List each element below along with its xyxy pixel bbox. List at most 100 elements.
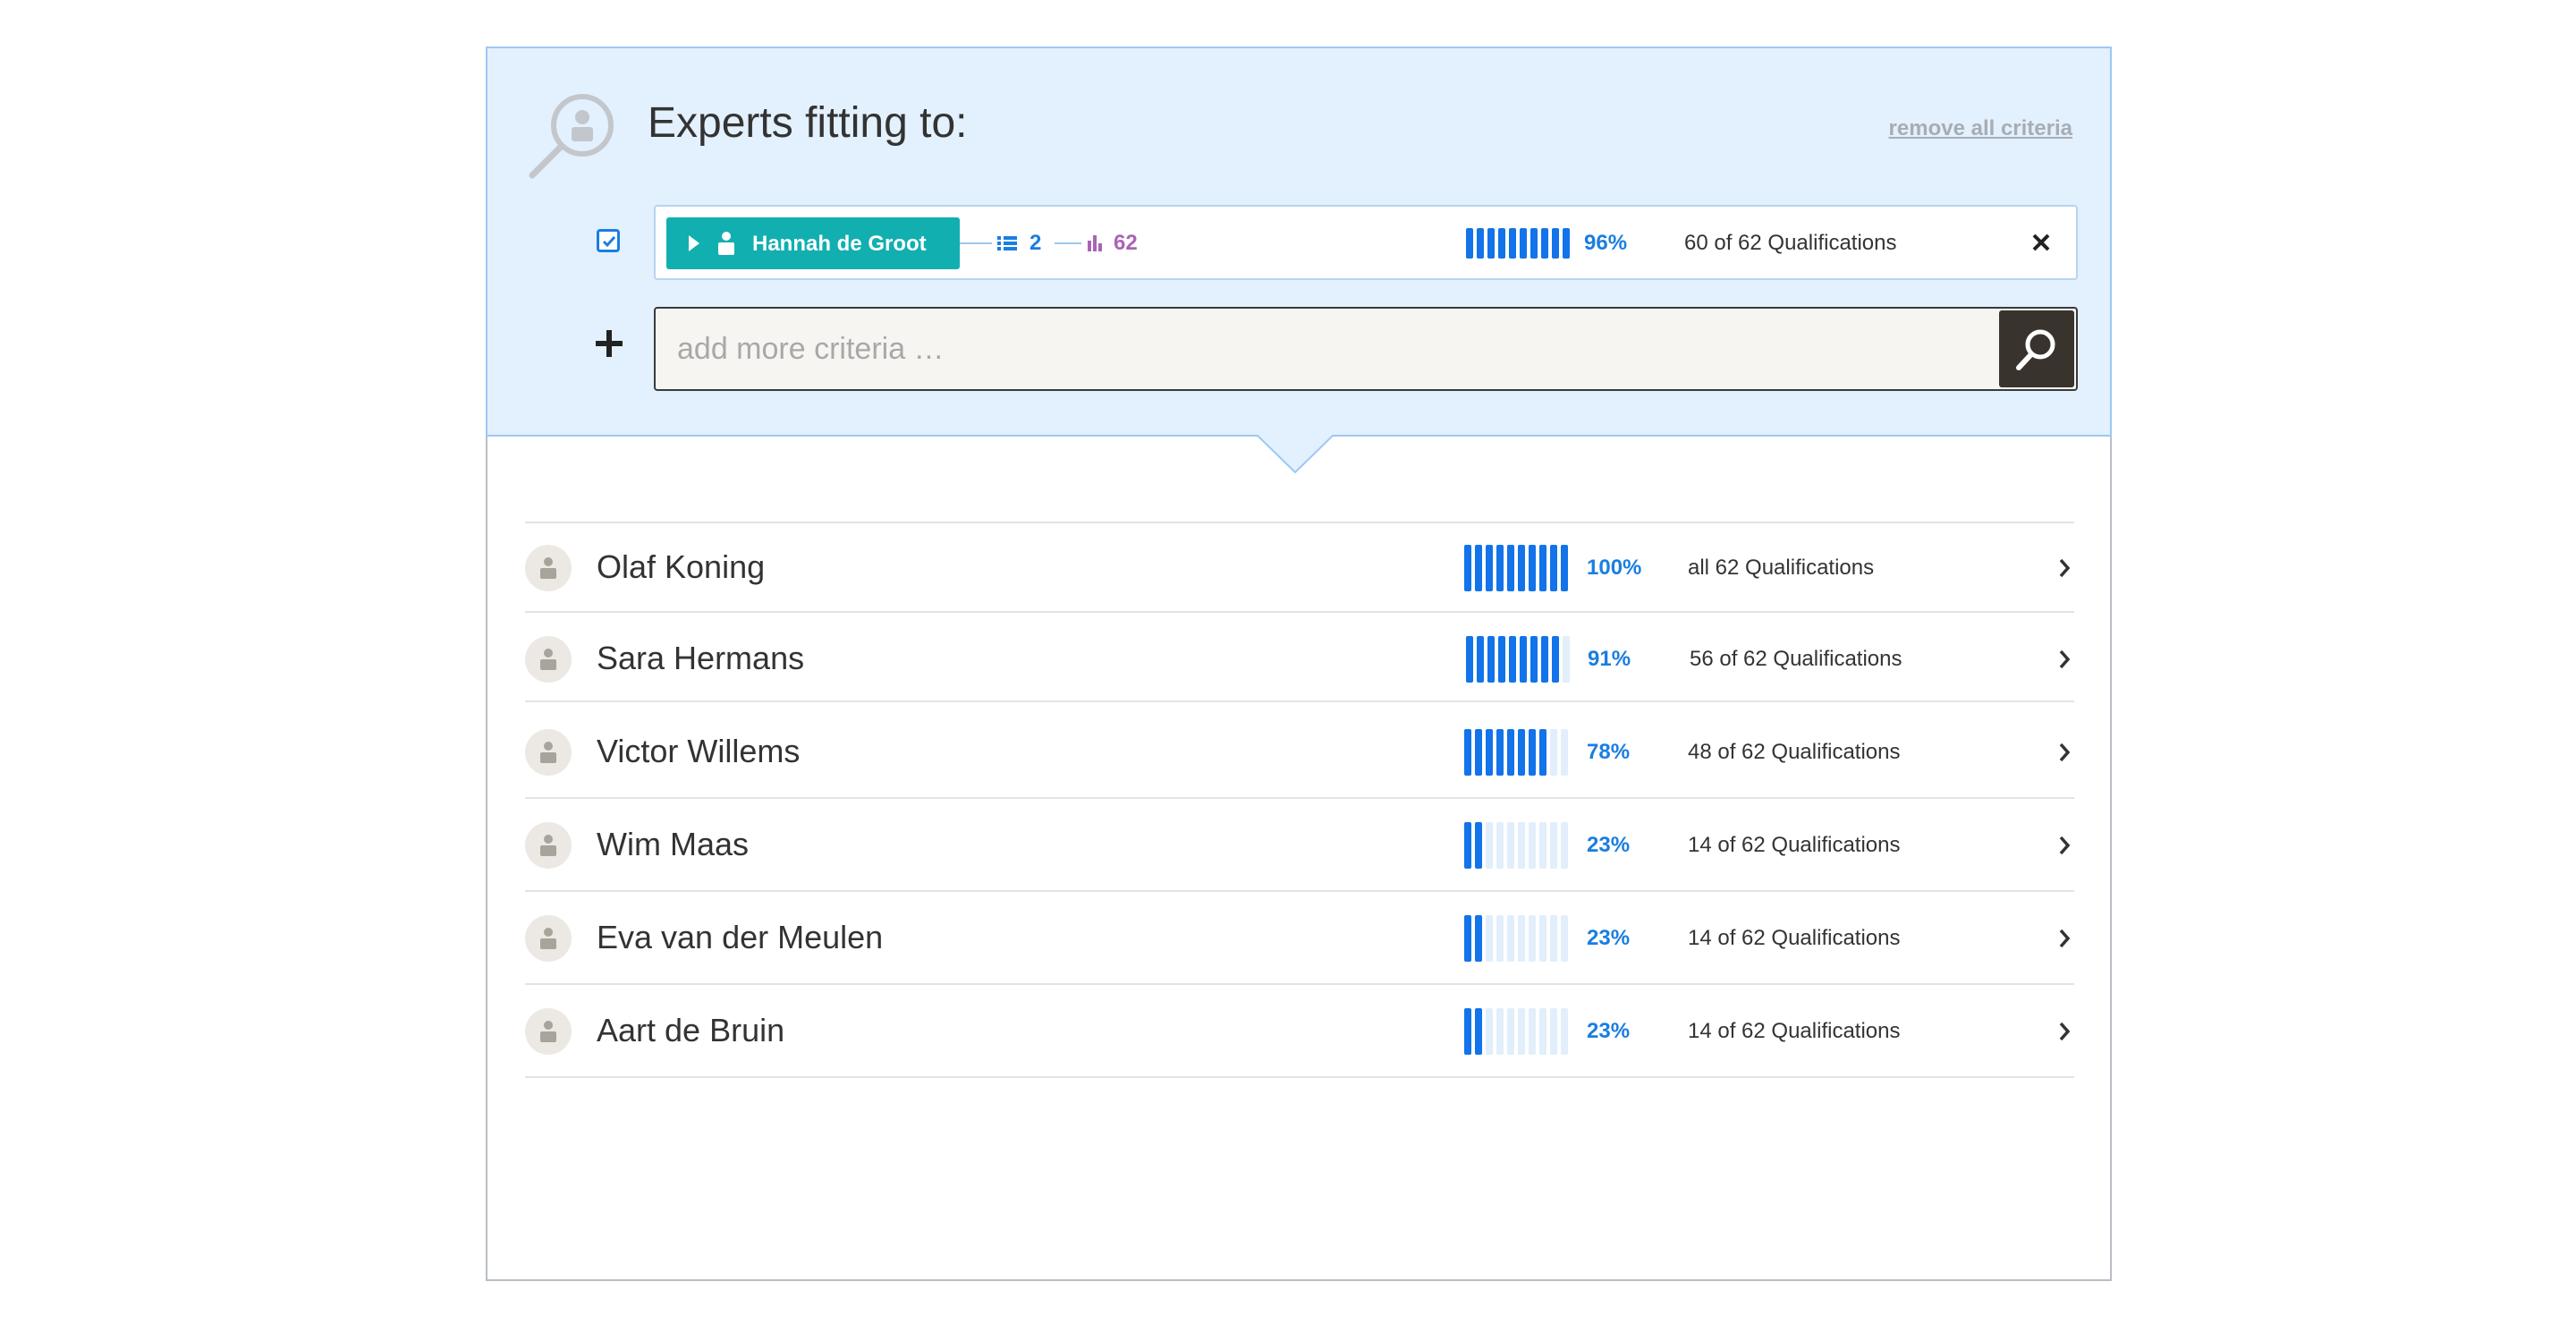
- meter-segment: [1486, 545, 1493, 591]
- meter-segment: [1539, 915, 1546, 962]
- meter-segment: [1486, 1008, 1493, 1055]
- meter-segment: [1498, 636, 1505, 683]
- meter-segment: [1529, 729, 1536, 776]
- match-percent: 23%: [1587, 833, 1631, 857]
- criterion-qualifications: 60 of 62 Qualifications: [1684, 231, 1897, 255]
- meter-segment: [1496, 545, 1504, 591]
- qualifications-count: 48 of 62 Qualifications: [1688, 740, 1901, 764]
- meter-segment: [1541, 636, 1548, 683]
- meter-segment: [1550, 915, 1557, 962]
- criterion-person-name: Hannah de Groot: [752, 232, 927, 256]
- person-icon: [540, 835, 556, 856]
- meter-segment: [1509, 228, 1516, 259]
- meter-segment: [1561, 545, 1568, 591]
- match-percent: 23%: [1587, 1019, 1631, 1043]
- match-meter: [1464, 1008, 1568, 1055]
- meter-segment: [1561, 729, 1568, 776]
- chevron-right-icon[interactable]: [2058, 649, 2071, 670]
- meter-segment: [1561, 822, 1568, 869]
- criteria-search-input[interactable]: [654, 307, 2078, 391]
- match-percent: 23%: [1587, 926, 1631, 950]
- plus-icon[interactable]: [595, 329, 623, 358]
- meter-segment: [1507, 729, 1514, 776]
- criterion-checkbox[interactable]: [597, 229, 620, 252]
- qualifications-count: 14 of 62 Qualifications: [1688, 926, 1901, 950]
- chevron-right-icon[interactable]: [2058, 928, 2071, 949]
- match-meter: [1466, 636, 1570, 683]
- meter-segment: [1496, 822, 1504, 869]
- page-title: Experts fitting to:: [648, 99, 968, 147]
- meter-segment: [1539, 545, 1546, 591]
- meter-segment: [1550, 1008, 1557, 1055]
- check-icon: [602, 236, 616, 248]
- meter-segment: [1498, 228, 1505, 259]
- criteria-area: Experts fitting to: remove all criteria …: [486, 47, 2112, 437]
- meter-segment: [1541, 228, 1548, 259]
- search-icon: [2016, 329, 2055, 370]
- result-row[interactable]: Victor Willems 78% 48 of 62 Qualificatio…: [525, 700, 2074, 797]
- remove-all-criteria-link[interactable]: remove all criteria: [1889, 116, 2072, 141]
- meter-segment: [1518, 729, 1525, 776]
- person-icon: [540, 742, 556, 763]
- meter-segment: [1507, 915, 1514, 962]
- meter-segment: [1530, 228, 1538, 259]
- chevron-right-icon[interactable]: [2058, 742, 2071, 763]
- meter-segment: [1466, 636, 1473, 683]
- avatar: [525, 915, 572, 962]
- expert-search-panel: Experts fitting to: remove all criteria …: [486, 47, 2112, 1281]
- avatar: [525, 729, 572, 776]
- criterion-person-chip[interactable]: Hannah de Groot: [666, 217, 960, 269]
- list-icon: [997, 236, 1017, 250]
- meter-segment: [1496, 915, 1504, 962]
- meter-segment: [1507, 822, 1514, 869]
- meter-segment: [1486, 915, 1493, 962]
- meter-segment: [1487, 636, 1495, 683]
- person-icon: [540, 928, 556, 949]
- meter-segment: [1464, 729, 1471, 776]
- meter-segment: [1539, 822, 1546, 869]
- search-button[interactable]: [1999, 310, 2074, 387]
- expert-name: Aart de Bruin: [597, 1012, 785, 1048]
- meter-segment: [1539, 1008, 1546, 1055]
- meter-segment: [1464, 822, 1471, 869]
- meter-segment: [1475, 1008, 1482, 1055]
- meter-segment: [1529, 915, 1536, 962]
- meter-segment: [1509, 636, 1516, 683]
- meter-segment: [1496, 729, 1504, 776]
- match-meter: [1464, 545, 1568, 591]
- result-row[interactable]: Wim Maas 23% 14 of 62 Qualifications: [525, 797, 2074, 890]
- avatar: [525, 822, 572, 869]
- person-icon: [540, 557, 556, 579]
- chevron-right-icon[interactable]: [2058, 557, 2071, 579]
- meter-segment: [1520, 636, 1527, 683]
- result-row[interactable]: Olaf Koning 100% all 62 Qualifications: [525, 522, 2074, 611]
- expert-name: Wim Maas: [597, 826, 749, 862]
- results-list: Olaf Koning 100% all 62 Qualifications S…: [525, 522, 2074, 1078]
- meter-segment: [1486, 822, 1493, 869]
- match-percent: 91%: [1588, 647, 1631, 671]
- criterion-match-meter: [1466, 228, 1570, 259]
- meter-segment: [1550, 822, 1557, 869]
- meter-segment: [1507, 1008, 1514, 1055]
- match-meter: [1464, 729, 1568, 776]
- meter-segment: [1552, 228, 1559, 259]
- result-row[interactable]: Eva van der Meulen 23% 14 of 62 Qualific…: [525, 890, 2074, 983]
- meter-segment: [1561, 1008, 1568, 1055]
- meter-segment: [1486, 729, 1493, 776]
- close-icon[interactable]: [2031, 233, 2051, 252]
- result-row[interactable]: Aart de Bruin 23% 14 of 62 Qualification…: [525, 983, 2074, 1078]
- meter-segment: [1518, 545, 1525, 591]
- meter-segment: [1507, 545, 1514, 591]
- meter-segment: [1475, 545, 1482, 591]
- meter-segment: [1520, 228, 1527, 259]
- connector-line: [1055, 242, 1081, 244]
- qualifications-count: 56 of 62 Qualifications: [1690, 647, 1902, 671]
- chevron-right-icon[interactable]: [2058, 835, 2071, 856]
- meter-segment: [1477, 228, 1484, 259]
- result-row[interactable]: Sara Hermans 91% 56 of 62 Qualifications: [525, 611, 2074, 700]
- person-icon: [540, 649, 556, 670]
- avatar: [525, 545, 572, 591]
- expert-search-icon: [529, 94, 614, 179]
- expert-name: Sara Hermans: [597, 640, 805, 676]
- chevron-right-icon[interactable]: [2058, 1021, 2071, 1042]
